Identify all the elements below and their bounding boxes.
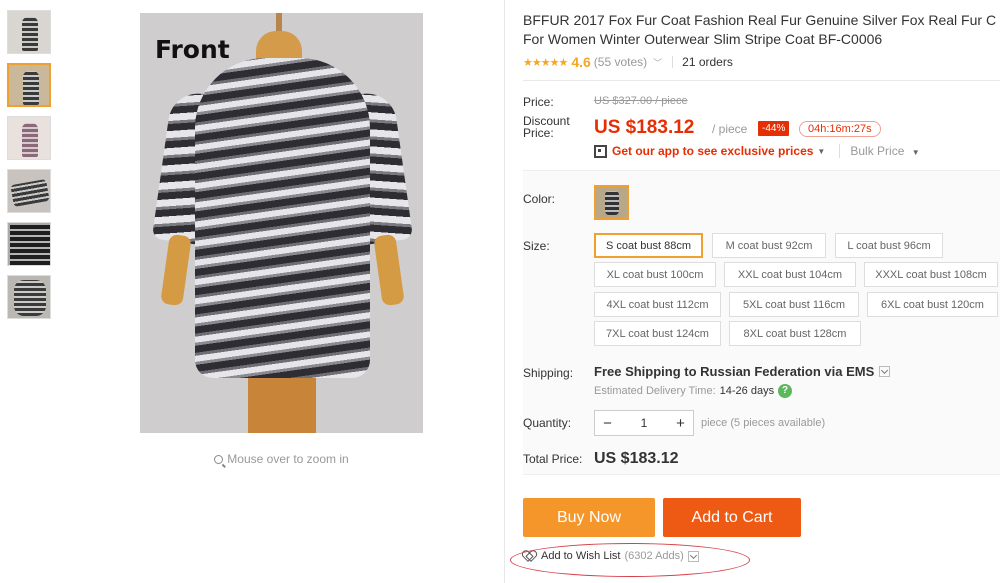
divider (523, 80, 1000, 81)
size-option-s[interactable]: S coat bust 88cm (594, 233, 703, 258)
help-icon[interactable]: ? (778, 384, 793, 398)
chevron-down-icon[interactable] (879, 366, 891, 377)
size-option-l[interactable]: L coat bust 96cm (835, 233, 943, 258)
size-option-xxxl[interactable]: XXXL coat bust 108cm (864, 262, 998, 287)
product-title: BFFUR 2017 Fox Fur Coat Fashion Real Fur… (523, 11, 1000, 49)
size-option-4xl[interactable]: 4XL coat bust 112cm (594, 292, 721, 317)
color-swatch-image (605, 191, 619, 215)
delivery-time: Estimated Delivery Time: 14-26 days ? (594, 384, 793, 398)
thumbnail-image (10, 225, 50, 265)
product-title-line-2: For Women Winter Outerwear Slim Stripe C… (523, 31, 883, 47)
highlight-ellipse (510, 543, 750, 577)
size-label: Size: (523, 239, 550, 253)
thumbnail-image (22, 123, 38, 157)
caret-down-icon: ▼ (911, 148, 920, 157)
divider (672, 56, 674, 68)
bulk-price-link[interactable]: Bulk Price ▼ (839, 144, 920, 158)
thumbnail-list (7, 10, 51, 328)
fur-coat (195, 58, 370, 378)
mannequin-legs (248, 373, 316, 433)
app-promo-link[interactable]: Get our app to see exclusive prices (612, 144, 813, 158)
total-price-label: Total Price: (523, 452, 583, 466)
countdown-timer: 04h:16m:27s (799, 121, 881, 137)
quantity-increase-button[interactable]: + (668, 415, 693, 432)
size-option-5xl[interactable]: 5XL coat bust 116cm (729, 292, 859, 317)
thumbnail-image (10, 179, 50, 207)
shipping-method[interactable]: Free Shipping to Russian Federation via … (594, 364, 891, 379)
thumbnail-3[interactable] (7, 116, 51, 160)
delivery-days: 14-26 days (719, 385, 775, 397)
product-title-line-1: BFFUR 2017 Fox Fur Coat Fashion Real Fur… (523, 12, 997, 28)
thumbnail-image (23, 71, 39, 105)
quantity-stepper: − 1 + (594, 410, 694, 436)
quantity-label: Quantity: (523, 416, 572, 430)
discount-badge: -44% (758, 121, 790, 136)
zoom-hint: Mouse over to zoom in (140, 452, 423, 466)
discount-label-line-2: Price: (523, 126, 554, 140)
chevron-down-icon[interactable]: ﹀ (653, 56, 662, 69)
discount-price-label: Discount Price: (523, 115, 570, 139)
zoom-hint-text: Mouse over to zoom in (227, 452, 349, 466)
magnifier-icon (214, 455, 224, 464)
thumbnail-1[interactable] (7, 10, 51, 54)
star-rating-icon: ★★★★★ (523, 56, 568, 69)
color-label: Color: (523, 192, 556, 206)
total-price: US $183.12 (594, 450, 679, 467)
thumbnail-4[interactable] (7, 169, 51, 213)
mannequin-right-arm (373, 233, 405, 307)
quantity-input[interactable]: 1 (620, 416, 668, 430)
price-unit: / piece (712, 122, 748, 136)
orders-count: 21 orders (682, 55, 733, 69)
column-divider (504, 0, 505, 583)
original-price: US $327.00 / piece (594, 95, 688, 107)
thumbnail-5[interactable] (7, 222, 51, 266)
size-option-7xl[interactable]: 7XL coat bust 124cm (594, 321, 721, 346)
shipping-method-text: Free Shipping to Russian Federation via … (594, 364, 875, 379)
qr-code-icon (594, 144, 607, 158)
color-swatch-selected[interactable] (594, 185, 629, 220)
thumbnail-6[interactable] (7, 275, 51, 319)
add-to-cart-button[interactable]: Add to Cart (663, 498, 801, 537)
size-option-xl[interactable]: XL coat bust 100cm (594, 262, 716, 287)
quantity-decrease-button[interactable]: − (595, 415, 620, 432)
size-option-6xl[interactable]: 6XL coat bust 120cm (867, 292, 998, 317)
votes-count[interactable]: (55 votes) (594, 55, 647, 69)
buy-now-button[interactable]: Buy Now (523, 498, 655, 537)
delivery-label: Estimated Delivery Time: (594, 385, 716, 397)
mannequin-left-arm (160, 233, 192, 307)
thumbnail-image (22, 17, 38, 51)
discount-price: US $183.12 (594, 117, 695, 138)
price-label: Price: (523, 95, 554, 109)
size-option-m[interactable]: M coat bust 92cm (712, 233, 826, 258)
thumbnail-image (14, 280, 46, 316)
size-option-xxl[interactable]: XXL coat bust 104cm (724, 262, 856, 287)
thumbnail-2[interactable] (7, 63, 51, 107)
image-view-label: Front (155, 35, 230, 64)
shipping-label: Shipping: (523, 366, 574, 380)
caret-down-icon[interactable]: ▼ (817, 147, 825, 156)
rating-value: 4.6 (571, 54, 591, 70)
rating-row: ★★★★★ 4.6 (55 votes) ﹀ 21 orders (523, 54, 733, 70)
bulk-price-label: Bulk Price (850, 144, 905, 158)
main-product-image[interactable]: Front (140, 13, 423, 433)
quantity-availability: piece (5 pieces available) (701, 417, 826, 429)
app-promo-row: Get our app to see exclusive prices ▼ Bu… (594, 144, 920, 158)
size-option-8xl[interactable]: 8XL coat bust 128cm (729, 321, 861, 346)
